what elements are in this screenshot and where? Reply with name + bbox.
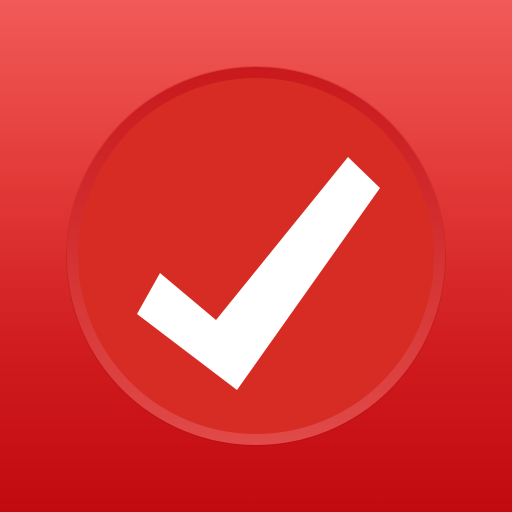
checkmark-icon [137,157,380,390]
app-icon[interactable] [0,0,512,512]
